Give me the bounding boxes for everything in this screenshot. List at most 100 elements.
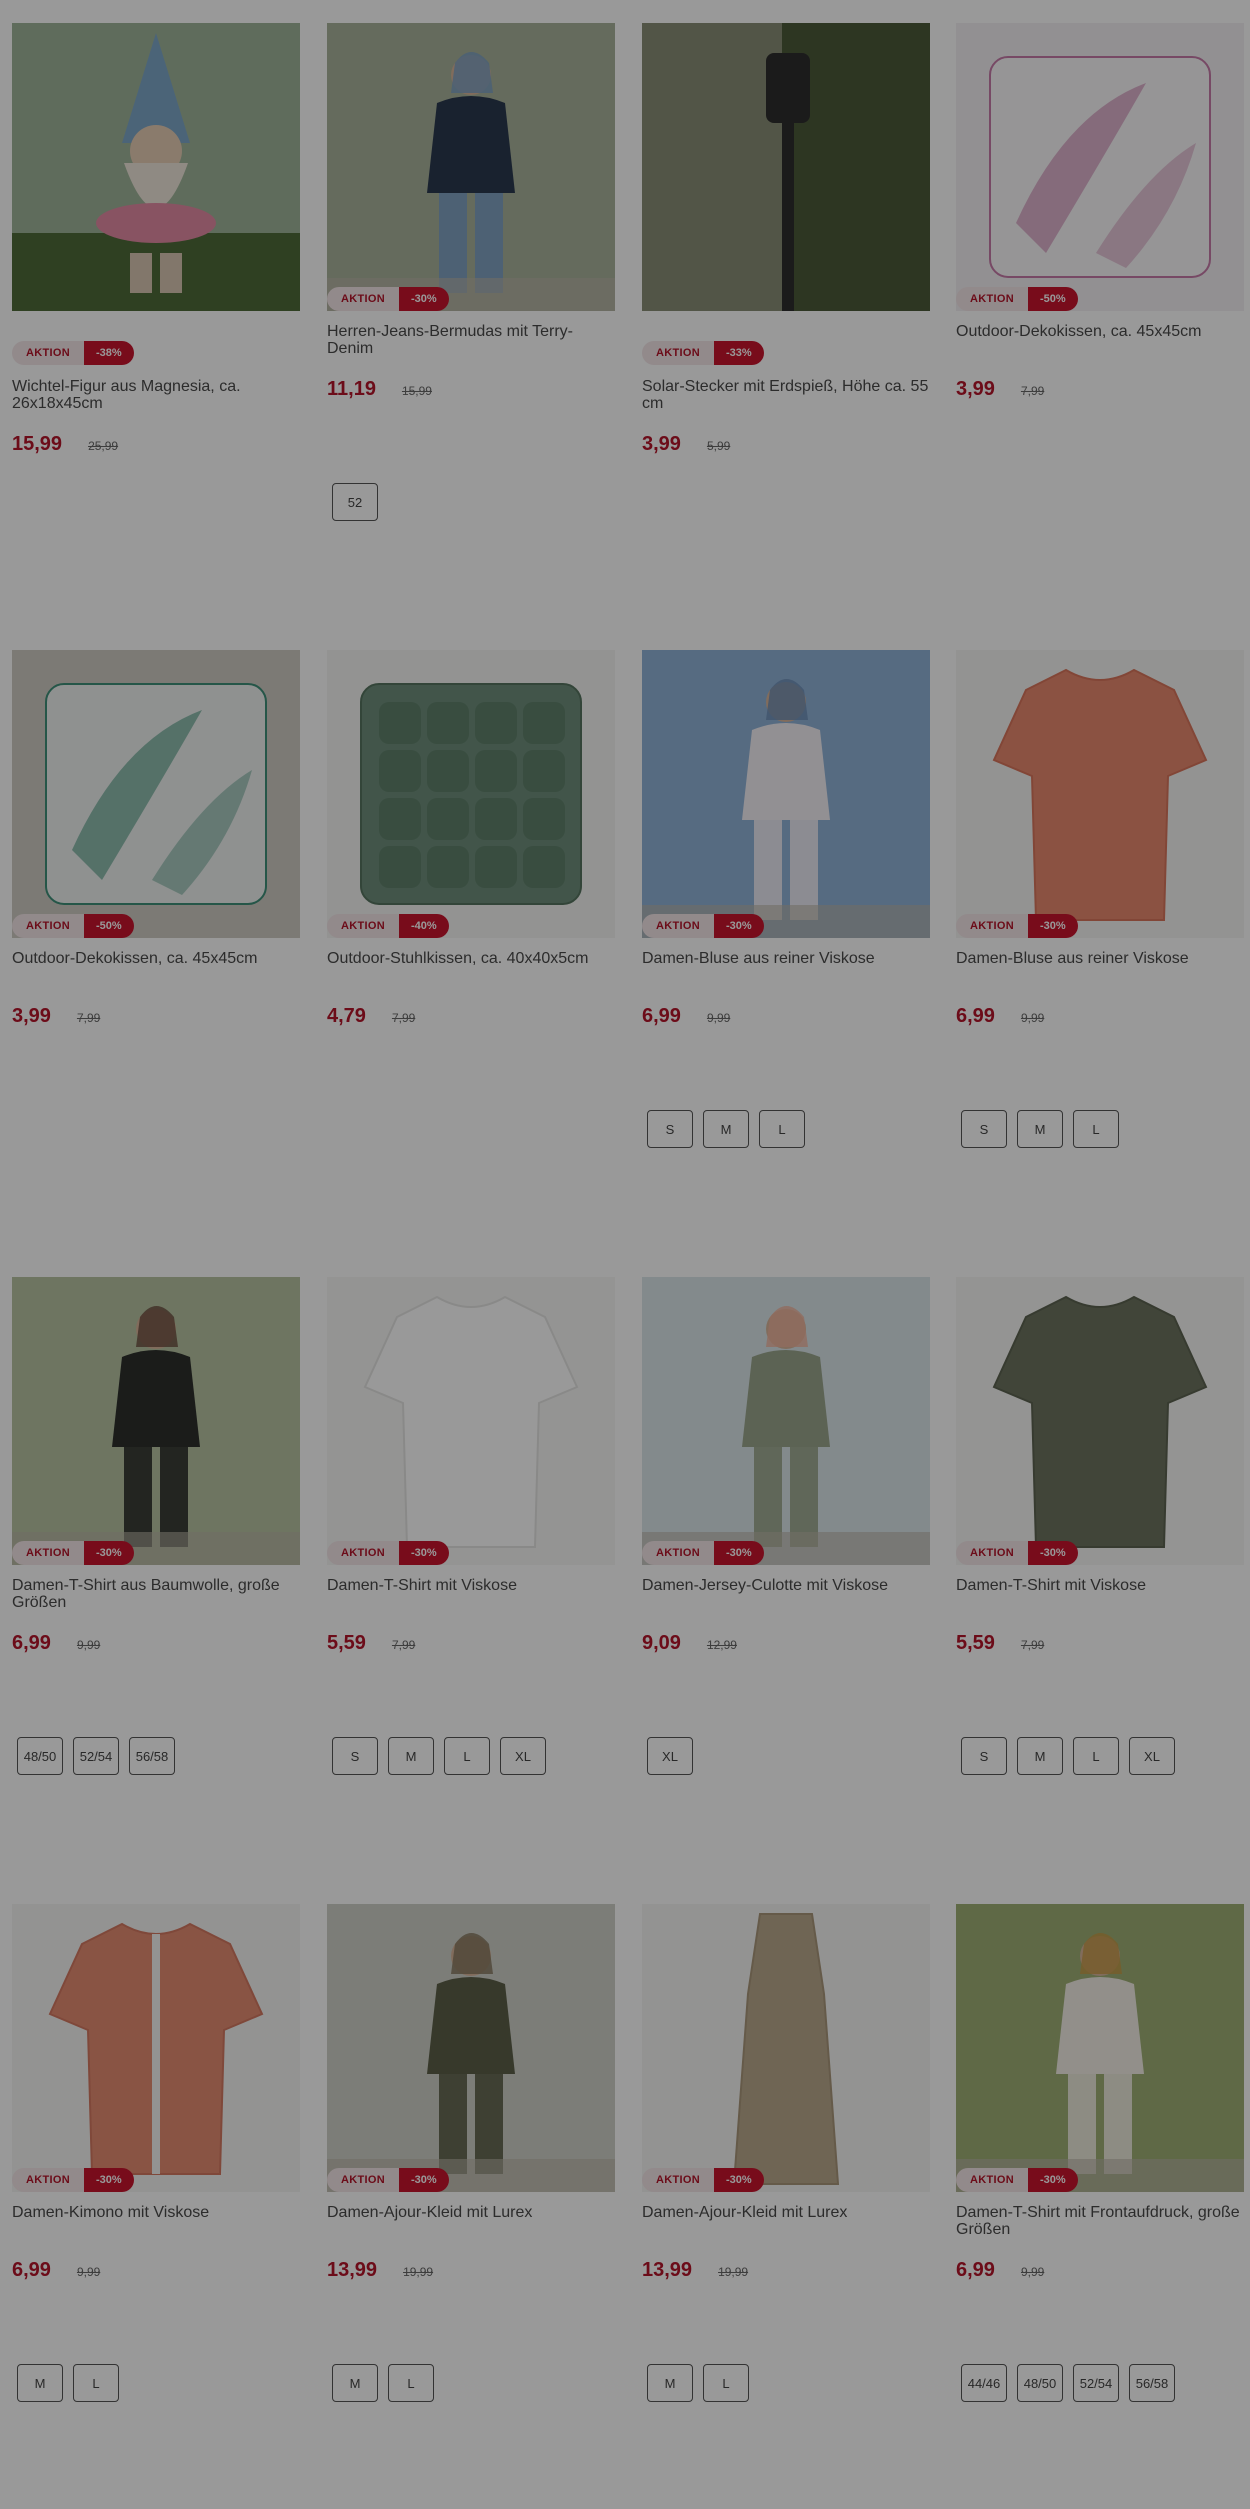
product-title[interactable]: Outdoor-Stuhlkissen, ca. 40x40x5cm: [327, 950, 619, 967]
product-image[interactable]: [327, 650, 615, 938]
size-option-button[interactable]: XL: [1129, 1737, 1175, 1775]
discount-badge: -30%: [1027, 2168, 1078, 2192]
size-options: 44/46 48/50 52/54 56/58: [961, 2364, 1175, 2402]
product-image[interactable]: [642, 650, 930, 938]
discount-badge: -30%: [83, 1541, 134, 1565]
discount-badge: -30%: [83, 2168, 134, 2192]
product-title[interactable]: Damen-Bluse aus reiner Viskose: [956, 950, 1248, 967]
product-image[interactable]: [642, 1904, 930, 2192]
promo-badges: AKTION -33%: [642, 341, 764, 365]
size-option-button[interactable]: 44/46: [961, 2364, 1007, 2402]
price-row: 6,99 9,99: [956, 1005, 1044, 1028]
size-option-button[interactable]: L: [444, 1737, 490, 1775]
floral-cushion-pink-image: [956, 23, 1244, 311]
product-image[interactable]: [956, 1277, 1244, 1565]
size-option-button[interactable]: M: [1017, 1737, 1063, 1775]
discount-badge: -30%: [398, 287, 449, 311]
size-option-button[interactable]: XL: [500, 1737, 546, 1775]
old-price: 7,99: [76, 1011, 101, 1025]
solar-garden-light-image: [642, 23, 930, 311]
promo-badges: AKTION -30%: [642, 1541, 764, 1565]
product-title[interactable]: Damen-Jersey-Culotte mit Viskose: [642, 1577, 934, 1594]
size-options: SML: [647, 1110, 805, 1148]
size-options: ML: [647, 2364, 749, 2402]
price-row: 5,59 7,99: [956, 1632, 1044, 1655]
aktion-badge: AKTION: [327, 287, 399, 311]
current-price: 6,99: [12, 1632, 51, 1654]
product-image[interactable]: [12, 1904, 300, 2192]
size-option-button[interactable]: L: [759, 1110, 805, 1148]
product-image[interactable]: [642, 1277, 930, 1565]
product-image[interactable]: [12, 1277, 300, 1565]
size-option-button[interactable]: M: [388, 1737, 434, 1775]
product-title[interactable]: Damen-T-Shirt mit Viskose: [956, 1577, 1248, 1594]
promo-badges: AKTION -30%: [956, 914, 1078, 938]
product-image[interactable]: [327, 23, 615, 311]
size-option-button[interactable]: S: [961, 1110, 1007, 1148]
product-title[interactable]: Damen-T-Shirt mit Frontaufdruck, große G…: [956, 2204, 1248, 2238]
size-option-button[interactable]: L: [1073, 1737, 1119, 1775]
aktion-badge: AKTION: [327, 1541, 399, 1565]
promo-badges: AKTION -30%: [327, 287, 449, 311]
product-title[interactable]: Solar-Stecker mit Erdspieß, Höhe ca. 55 …: [642, 378, 934, 412]
size-option-button[interactable]: 56/58: [1129, 2364, 1175, 2402]
size-option-button[interactable]: M: [17, 2364, 63, 2402]
size-option-button[interactable]: 56/58: [129, 1737, 175, 1775]
price-row: 3,99 7,99: [12, 1005, 100, 1028]
price-row: 9,09 12,99: [642, 1632, 737, 1655]
product-image[interactable]: [12, 23, 300, 311]
product-image[interactable]: [327, 1277, 615, 1565]
product-title[interactable]: Outdoor-Dekokissen, ca. 45x45cm: [956, 323, 1248, 340]
old-price: 9,99: [1020, 2265, 1045, 2279]
size-option-button[interactable]: S: [647, 1110, 693, 1148]
size-option-button[interactable]: S: [332, 1737, 378, 1775]
discount-badge: -30%: [1027, 1541, 1078, 1565]
current-price: 11,19: [327, 378, 376, 400]
product-image[interactable]: [12, 650, 300, 938]
size-option-button[interactable]: M: [703, 1110, 749, 1148]
product-title[interactable]: Damen-Bluse aus reiner Viskose: [642, 950, 934, 967]
aktion-badge: AKTION: [327, 914, 399, 938]
product-image[interactable]: [956, 650, 1244, 938]
size-option-button[interactable]: L: [703, 2364, 749, 2402]
size-option-button[interactable]: M: [1017, 1110, 1063, 1148]
size-option-button[interactable]: 52: [332, 483, 378, 521]
current-price: 13,99: [327, 2259, 378, 2281]
size-option-button[interactable]: 48/50: [17, 1737, 63, 1775]
size-option-button[interactable]: S: [961, 1737, 1007, 1775]
size-option-button[interactable]: M: [647, 2364, 693, 2402]
price-row: 6,99 9,99: [12, 1632, 100, 1655]
size-option-button[interactable]: 52/54: [1073, 2364, 1119, 2402]
size-options: S M L XL: [332, 1737, 546, 1775]
price-row: 13,99 19,99: [327, 2259, 433, 2282]
product-title[interactable]: Damen-Kimono mit Viskose: [12, 2204, 304, 2221]
size-option-button[interactable]: L: [1073, 1110, 1119, 1148]
size-option-button[interactable]: M: [332, 2364, 378, 2402]
size-option-button[interactable]: 48/50: [1017, 2364, 1063, 2402]
price-row: 4,79 7,99: [327, 1005, 415, 1028]
product-image[interactable]: [327, 1904, 615, 2192]
price-row: 11,19 15,99: [327, 378, 432, 401]
product-title[interactable]: Outdoor-Dekokissen, ca. 45x45cm: [12, 950, 304, 967]
product-title[interactable]: Damen-Ajour-Kleid mit Lurex: [642, 2204, 934, 2221]
product-title[interactable]: Wichtel-Figur aus Magnesia, ca. 26x18x45…: [12, 378, 304, 412]
product-title[interactable]: Damen-Ajour-Kleid mit Lurex: [327, 2204, 619, 2221]
product-title[interactable]: Herren-Jeans-Bermudas mit Terry-Denim: [327, 323, 619, 357]
size-option-button[interactable]: L: [388, 2364, 434, 2402]
product-title[interactable]: Damen-T-Shirt mit Viskose: [327, 1577, 619, 1594]
discount-badge: -30%: [713, 1541, 764, 1565]
size-option-button[interactable]: XL: [647, 1737, 693, 1775]
coral-kimono-image: [12, 1904, 300, 2192]
product-image[interactable]: [642, 23, 930, 311]
old-price: 12,99: [706, 1638, 737, 1652]
aktion-badge: AKTION: [327, 2168, 399, 2192]
product-image[interactable]: [956, 1904, 1244, 2192]
woman-white-blouse-image: [642, 650, 930, 938]
aktion-badge: AKTION: [956, 2168, 1028, 2192]
size-option-button[interactable]: 52/54: [73, 1737, 119, 1775]
current-price: 6,99: [642, 1005, 681, 1027]
woman-culotte-image: [642, 1277, 930, 1565]
size-option-button[interactable]: L: [73, 2364, 119, 2402]
product-image[interactable]: [956, 23, 1244, 311]
product-title[interactable]: Damen-T-Shirt aus Baumwolle, große Größe…: [12, 1577, 304, 1611]
